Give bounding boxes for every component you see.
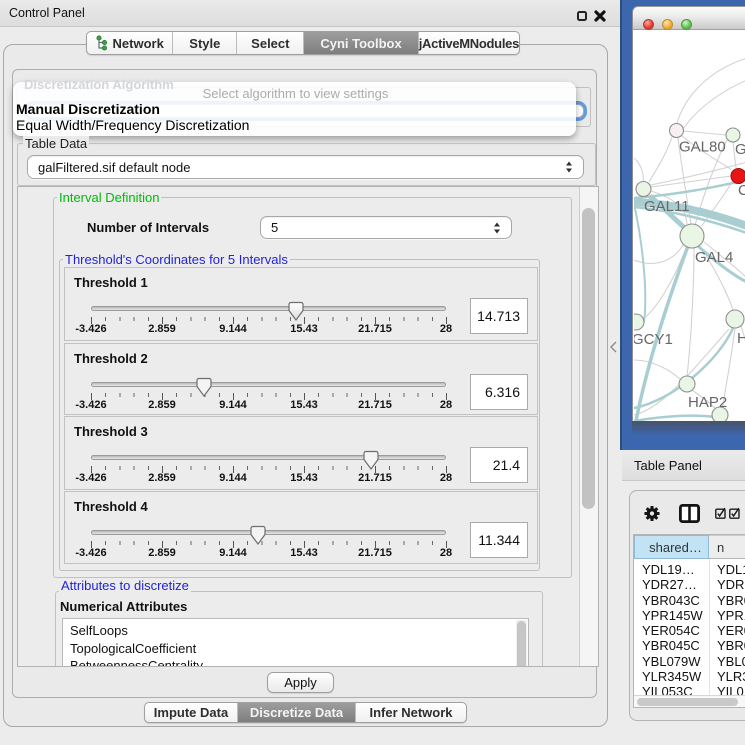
svg-text:H: H	[737, 330, 745, 347]
svg-text:C: C	[738, 182, 745, 199]
svg-text:GAL11: GAL11	[644, 198, 690, 215]
svg-text:GA: GA	[735, 141, 745, 158]
svg-text:GAL80: GAL80	[679, 139, 726, 156]
svg-text:GCY1: GCY1	[634, 331, 673, 348]
svg-text:GAL4: GAL4	[695, 249, 733, 266]
svg-text:HAP2: HAP2	[688, 394, 727, 411]
